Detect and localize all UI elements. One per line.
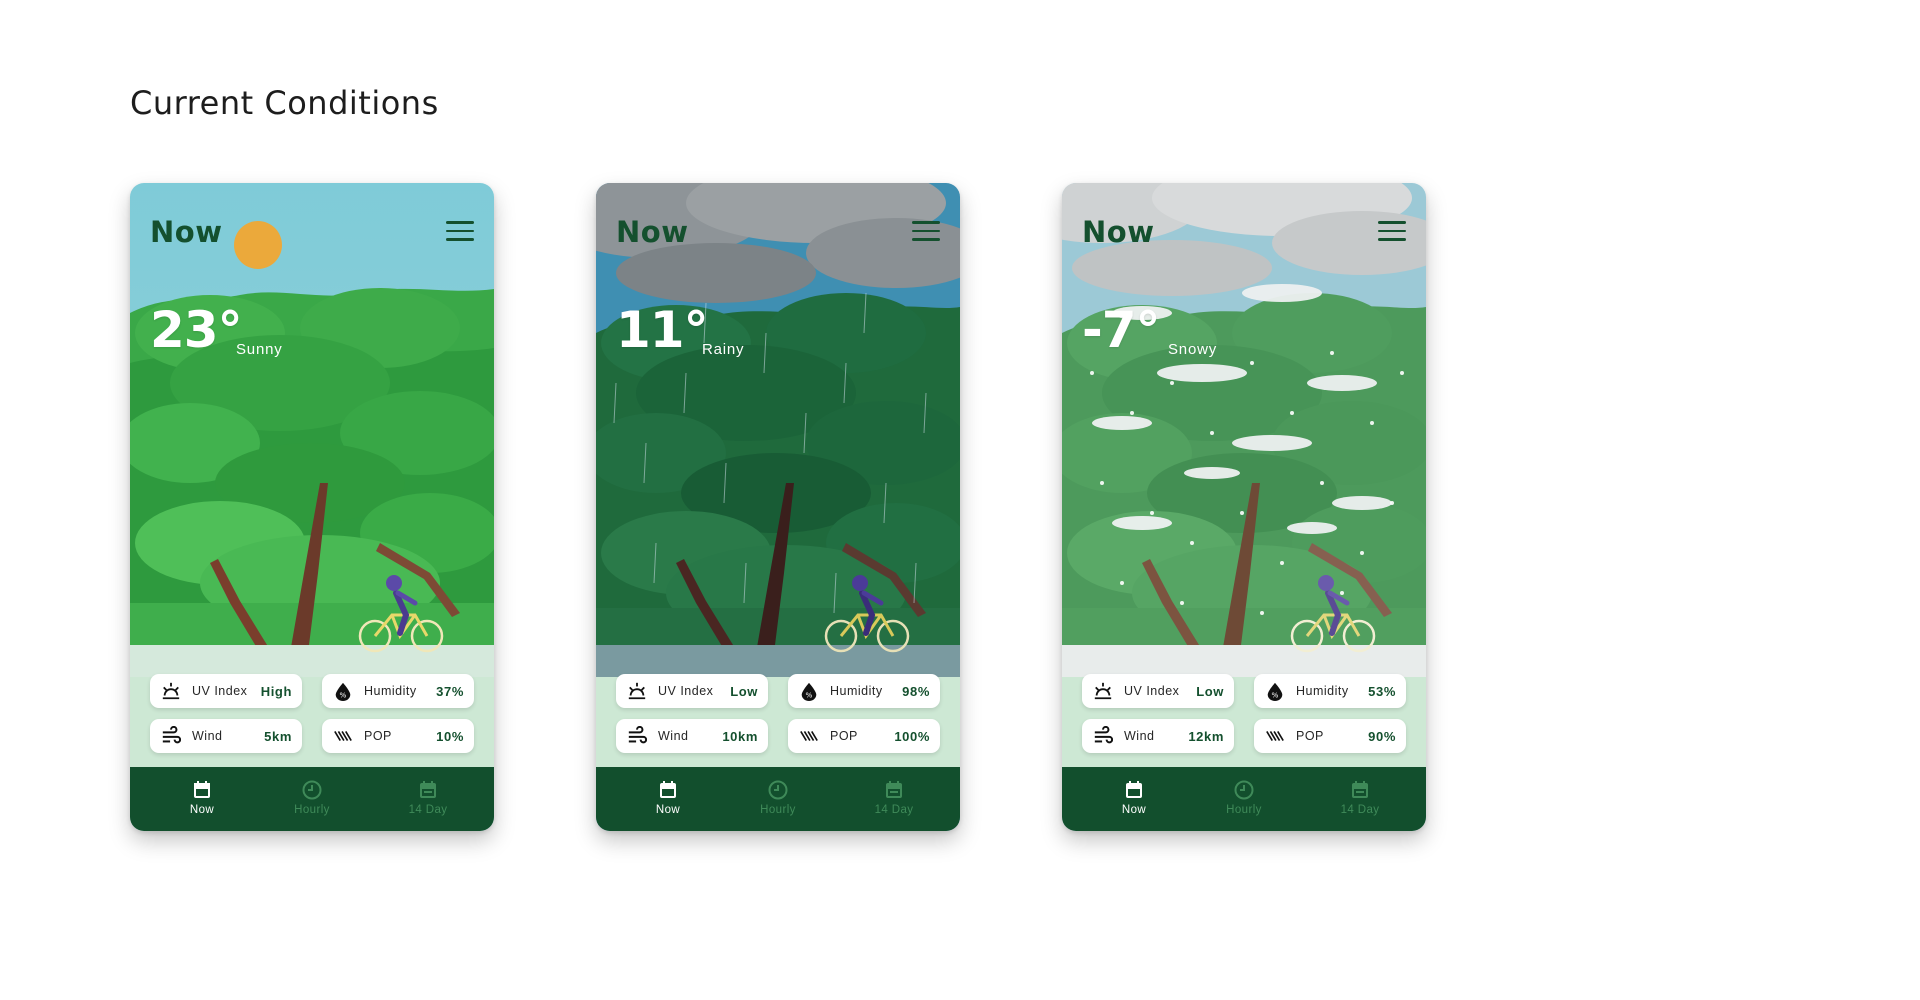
pop-value: 100% — [894, 728, 930, 744]
nav-14-day-label: 14 Day — [1340, 804, 1380, 816]
pop-card[interactable]: POP 10% — [322, 719, 474, 753]
nav-now[interactable]: Now — [1094, 779, 1174, 816]
uv-index-icon — [626, 680, 648, 702]
condition-label: Sunny — [236, 341, 283, 358]
humidity-value: 98% — [902, 683, 930, 699]
uv-index-icon — [160, 680, 182, 702]
uv-index-card[interactable]: UV Index High — [150, 674, 302, 708]
pop-value: 10% — [436, 728, 464, 744]
rain-streaks-icon — [798, 725, 820, 747]
uv-index-icon — [1092, 680, 1114, 702]
bottom-nav: Now Hourly 14 Day — [130, 767, 494, 831]
pop-card[interactable]: POP 100% — [788, 719, 940, 753]
uv-index-card[interactable]: UV Index Low — [1082, 674, 1234, 708]
nav-now[interactable]: Now — [628, 779, 708, 816]
humidity-card[interactable]: % Humidity 37% — [322, 674, 474, 708]
wind-label: Wind — [1124, 729, 1155, 743]
uv-index-card[interactable]: UV Index Low — [616, 674, 768, 708]
menu-icon[interactable] — [446, 221, 474, 243]
clock-icon — [768, 780, 788, 800]
wind-label: Wind — [192, 729, 223, 743]
calendar-icon — [1352, 781, 1368, 798]
pop-value: 90% — [1368, 728, 1396, 744]
humidity-card[interactable]: % Humidity 98% — [788, 674, 940, 708]
nav-14-day-label: 14 Day — [874, 804, 914, 816]
rain-streaks-icon — [332, 725, 354, 747]
phone-rainy: Now 11° Rainy UV Index Low % Humidity 98… — [596, 183, 960, 831]
nav-now-label: Now — [189, 804, 215, 816]
menu-icon[interactable] — [912, 221, 940, 243]
humidity-value: 53% — [1368, 683, 1396, 699]
pop-label: POP — [364, 729, 392, 743]
calendar-icon — [194, 781, 210, 798]
uv-index-value: Low — [730, 683, 758, 699]
wind-value: 5km — [264, 728, 292, 744]
uv-index-label: UV Index — [658, 684, 714, 698]
humidity-value: 37% — [436, 683, 464, 699]
temperature: 11° — [616, 301, 709, 359]
svg-text:%: % — [340, 690, 347, 699]
pop-label: POP — [830, 729, 858, 743]
nav-hourly-label: Hourly — [1226, 804, 1262, 816]
wind-label: Wind — [658, 729, 689, 743]
wind-icon — [626, 725, 648, 747]
header-title: Now — [150, 215, 223, 249]
nav-14-day-label: 14 Day — [408, 804, 448, 816]
clock-icon — [1234, 780, 1254, 800]
nav-hourly-label: Hourly — [760, 804, 796, 816]
menu-icon[interactable] — [1378, 221, 1406, 243]
humidity-drop-icon: % — [798, 680, 820, 702]
temperature: 23° — [150, 301, 243, 359]
phone-sunny: Now 23° Sunny UV Index High % Humidity 3… — [130, 183, 494, 831]
humidity-label: Humidity — [830, 684, 883, 698]
condition-label: Snowy — [1168, 341, 1218, 358]
wind-icon — [1092, 725, 1114, 747]
pop-card[interactable]: POP 90% — [1254, 719, 1406, 753]
condition-label: Rainy — [702, 341, 745, 358]
wind-card[interactable]: Wind 10km — [616, 719, 768, 753]
wind-card[interactable]: Wind 12km — [1082, 719, 1234, 753]
humidity-label: Humidity — [1296, 684, 1349, 698]
page-title: Current Conditions — [130, 84, 439, 122]
uv-index-label: UV Index — [1124, 684, 1180, 698]
bottom-nav: Now Hourly 14 Day — [596, 767, 960, 831]
calendar-icon — [886, 781, 902, 798]
nav-hourly[interactable]: Hourly — [738, 779, 818, 816]
nav-14-day[interactable]: 14 Day — [388, 779, 468, 816]
uv-index-value: High — [260, 683, 292, 699]
nav-hourly[interactable]: Hourly — [1204, 779, 1284, 816]
rain-cloud-icon — [616, 243, 816, 303]
humidity-card[interactable]: % Humidity 53% — [1254, 674, 1406, 708]
phone-snowy: Now -7° Snowy UV Index Low % Humidity 53… — [1062, 183, 1426, 831]
uv-index-value: Low — [1196, 683, 1224, 699]
sun-icon — [234, 221, 282, 269]
header-title: Now — [616, 215, 689, 249]
wind-icon — [160, 725, 182, 747]
humidity-label: Humidity — [364, 684, 417, 698]
wind-value: 10km — [722, 728, 758, 744]
nav-hourly[interactable]: Hourly — [272, 779, 352, 816]
nav-14-day[interactable]: 14 Day — [1320, 779, 1400, 816]
pop-label: POP — [1296, 729, 1324, 743]
calendar-icon — [660, 781, 676, 798]
nav-14-day[interactable]: 14 Day — [854, 779, 934, 816]
clock-icon — [302, 780, 322, 800]
temperature: -7° — [1082, 301, 1161, 359]
bottom-nav: Now Hourly 14 Day — [1062, 767, 1426, 831]
svg-text:%: % — [806, 690, 813, 699]
nav-hourly-label: Hourly — [294, 804, 330, 816]
calendar-icon — [420, 781, 436, 798]
wind-card[interactable]: Wind 5km — [150, 719, 302, 753]
nav-now-label: Now — [1121, 804, 1147, 816]
nav-now-label: Now — [655, 804, 681, 816]
nav-now[interactable]: Now — [162, 779, 242, 816]
uv-index-label: UV Index — [192, 684, 248, 698]
rain-streaks-icon — [1264, 725, 1286, 747]
humidity-drop-icon: % — [332, 680, 354, 702]
wind-value: 12km — [1188, 728, 1224, 744]
header-title: Now — [1082, 215, 1155, 249]
humidity-drop-icon: % — [1264, 680, 1286, 702]
calendar-icon — [1126, 781, 1142, 798]
svg-text:%: % — [1272, 690, 1279, 699]
